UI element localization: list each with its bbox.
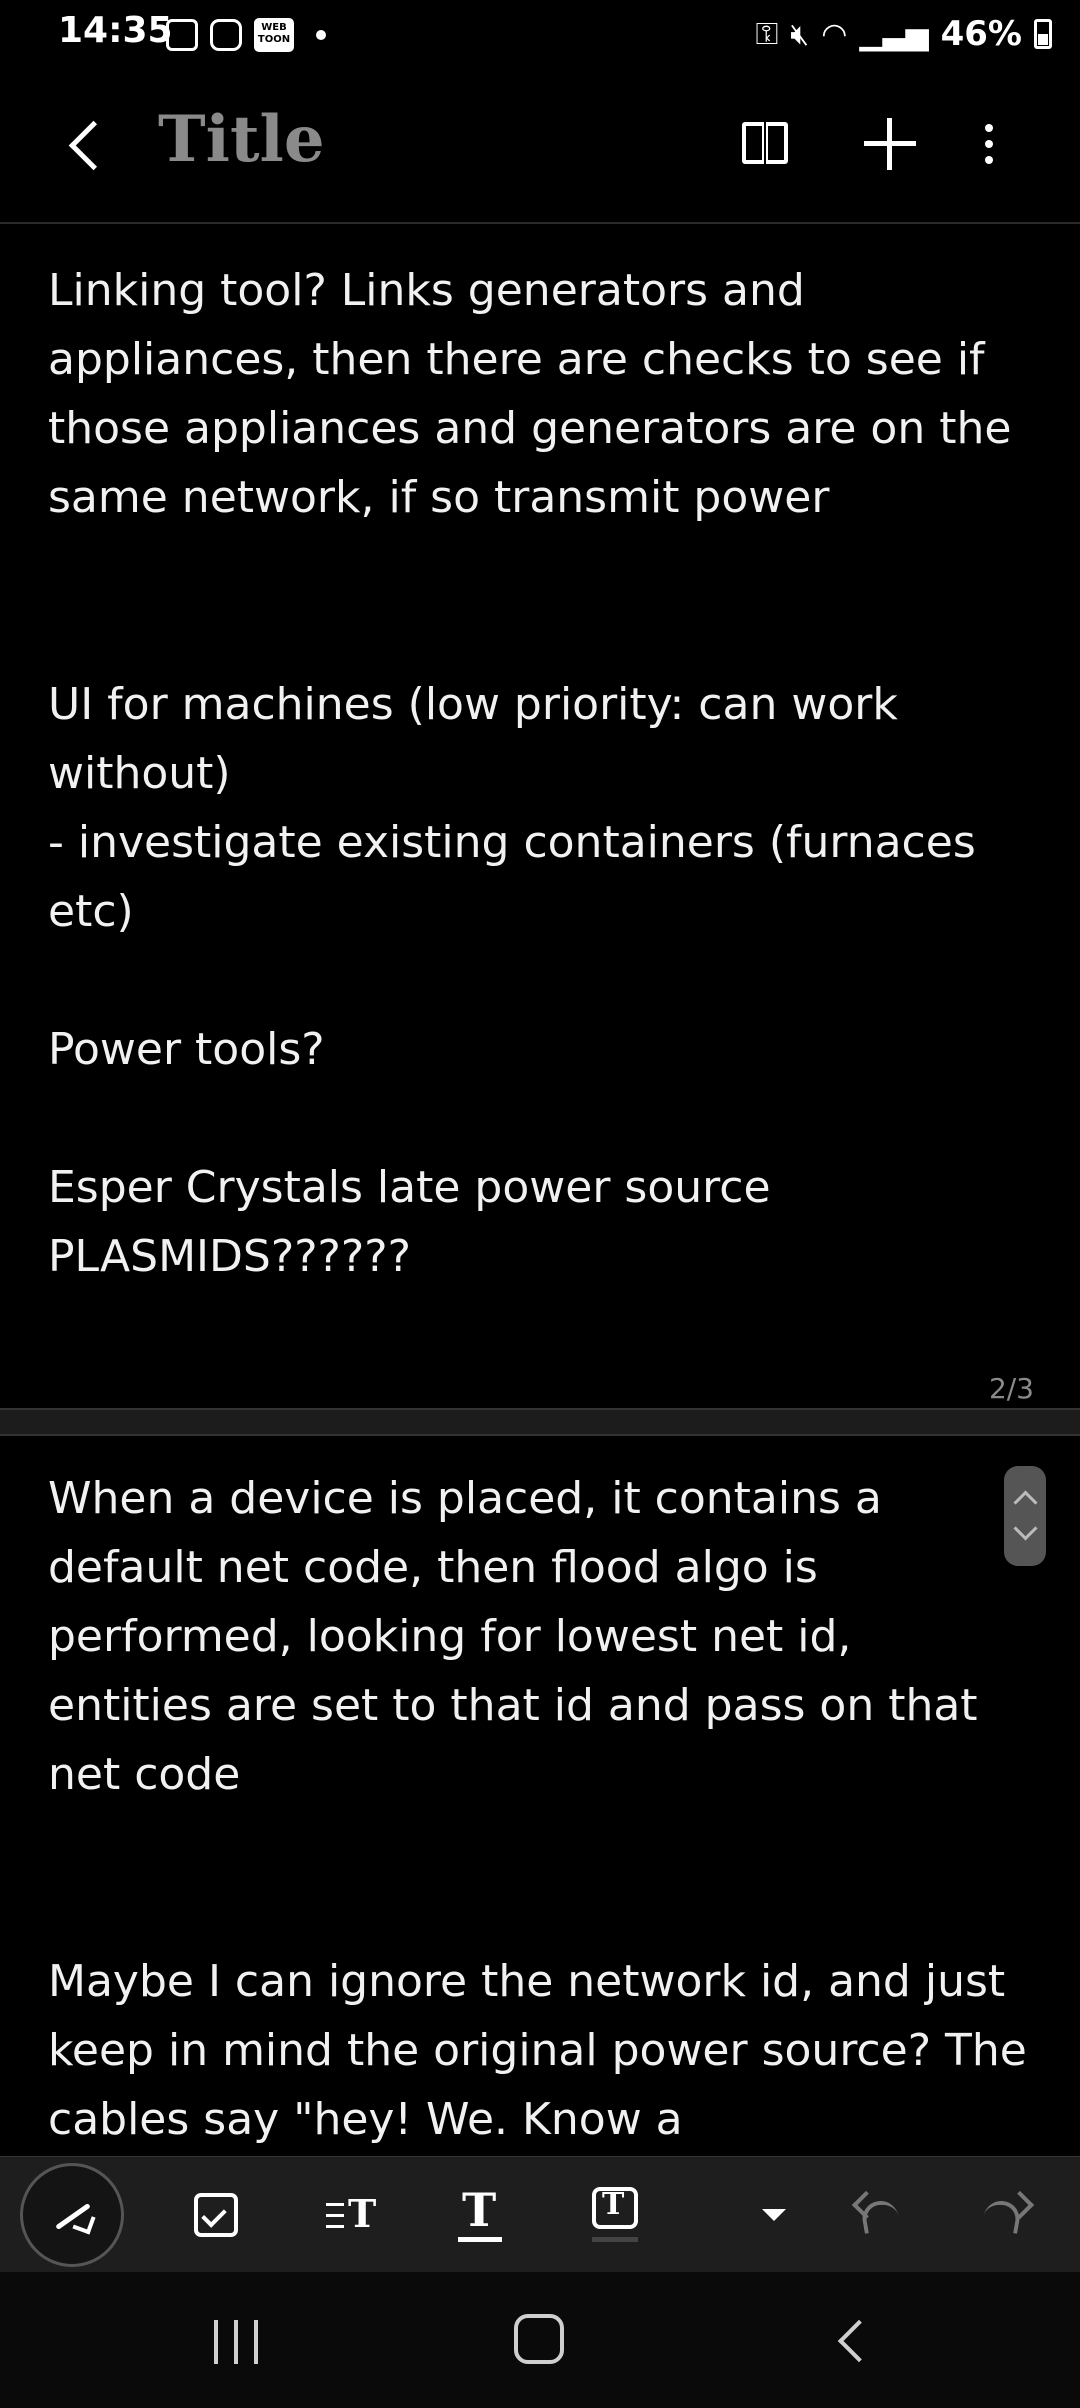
instagram-icon xyxy=(210,19,242,51)
notification-icons: WEB TOON xyxy=(166,18,326,52)
gallery-icon xyxy=(166,19,198,51)
undo-icon[interactable] xyxy=(836,2173,920,2257)
battery-icon xyxy=(1034,19,1052,49)
system-nav-bar xyxy=(0,2272,1080,2408)
checkbox-icon[interactable] xyxy=(174,2173,258,2257)
nav-back-icon[interactable] xyxy=(830,2318,870,2364)
app-bar: Title xyxy=(0,72,1080,222)
page-scroll-handle[interactable] xyxy=(1004,1466,1046,1566)
home-icon[interactable] xyxy=(514,2314,564,2364)
text-box-icon[interactable]: T xyxy=(572,2173,656,2257)
header-divider xyxy=(0,222,1080,224)
chevron-up-icon xyxy=(1013,1490,1038,1515)
battery-percent: 46% xyxy=(940,14,1022,54)
wifi-icon: ◠ xyxy=(821,16,848,52)
note-title[interactable]: Title xyxy=(158,102,325,177)
mute-icon: 🔇︎ xyxy=(790,16,810,52)
redo-icon[interactable] xyxy=(966,2173,1050,2257)
more-options-icon[interactable] xyxy=(960,112,1018,176)
pen-icon[interactable] xyxy=(20,2163,124,2267)
editor-toolbar: T T T xyxy=(0,2156,1080,2273)
more-notifications-icon xyxy=(316,30,326,40)
signal-icon: ▁▃▅ xyxy=(859,16,929,52)
add-page-icon[interactable] xyxy=(858,112,922,176)
page-separator xyxy=(0,1408,1080,1436)
status-time: 14:35 xyxy=(58,10,173,51)
recents-icon[interactable] xyxy=(210,2320,262,2364)
text-style-icon[interactable]: T xyxy=(438,2173,522,2257)
page-indicator: 2/3 xyxy=(988,1372,1034,1405)
chevron-down-icon xyxy=(1013,1516,1038,1541)
book-icon[interactable] xyxy=(736,112,800,176)
note-page-2-text[interactable]: When a device is placed, it contains a d… xyxy=(48,1464,1028,2164)
status-bar: 14:35 WEB TOON ⚿ 🔇︎ ◠ ▁▃▅ 46% xyxy=(0,0,1080,72)
back-icon[interactable] xyxy=(58,110,118,180)
dropdown-icon[interactable] xyxy=(730,2173,814,2257)
note-page-1-text[interactable]: Linking tool? Links generators and appli… xyxy=(48,256,1028,1296)
key-icon: ⚿ xyxy=(755,16,779,52)
webtoon-icon: WEB TOON xyxy=(254,18,294,52)
system-status-icons: ⚿ 🔇︎ ◠ ▁▃▅ 46% xyxy=(755,14,1052,54)
text-size-icon[interactable]: T xyxy=(308,2173,392,2257)
